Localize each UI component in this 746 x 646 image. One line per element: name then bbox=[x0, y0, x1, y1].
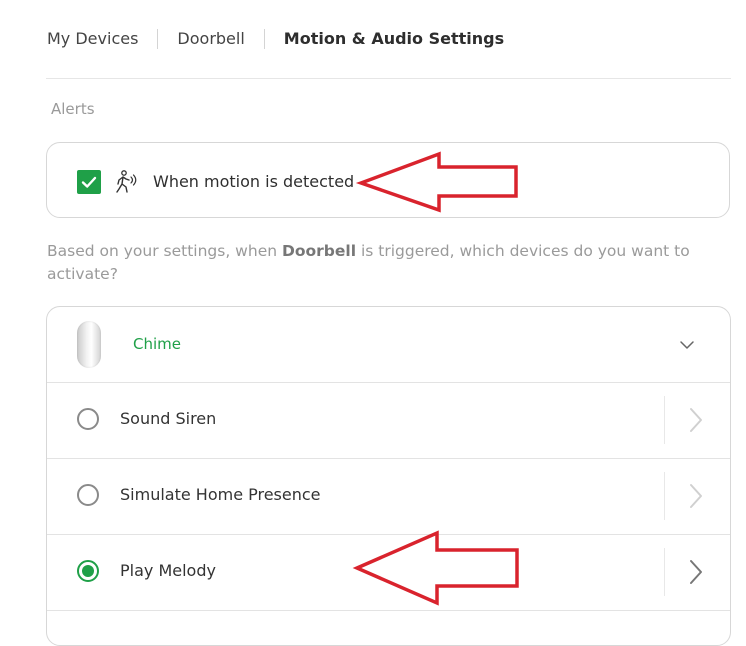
option-label: Simulate Home Presence bbox=[120, 485, 321, 504]
motion-alert-card: When motion is detected bbox=[46, 142, 730, 218]
chevron-right-icon[interactable] bbox=[686, 482, 706, 510]
row-divider bbox=[664, 472, 665, 520]
trigger-description: Based on your settings, when Doorbell is… bbox=[47, 240, 697, 286]
breadcrumb-current-page: Motion & Audio Settings bbox=[283, 29, 505, 48]
row-divider bbox=[664, 548, 665, 596]
chime-device-image bbox=[77, 321, 101, 368]
row-divider bbox=[664, 396, 665, 444]
alerts-section-label: Alerts bbox=[51, 100, 95, 118]
description-device: Doorbell bbox=[281, 242, 357, 260]
motion-person-icon bbox=[116, 170, 137, 193]
breadcrumb-separator bbox=[157, 29, 159, 49]
chevron-right-icon[interactable] bbox=[686, 406, 706, 434]
option-row-sound-siren[interactable]: Sound Siren bbox=[47, 382, 730, 459]
motion-alert-checkbox[interactable] bbox=[77, 170, 101, 194]
play-melody-radio[interactable] bbox=[77, 560, 99, 582]
chevron-right-icon[interactable] bbox=[686, 558, 706, 586]
simulate-home-presence-radio[interactable] bbox=[77, 484, 99, 506]
chime-device-header[interactable]: Chime bbox=[47, 307, 730, 383]
motion-alert-label: When motion is detected bbox=[153, 172, 355, 191]
breadcrumb-doorbell[interactable]: Doorbell bbox=[177, 26, 244, 52]
breadcrumb-my-devices[interactable]: My Devices bbox=[47, 26, 138, 52]
sound-siren-radio[interactable] bbox=[77, 408, 99, 430]
option-label: Play Melody bbox=[120, 561, 216, 580]
description-prefix: Based on your settings, when bbox=[47, 242, 282, 260]
option-row-play-melody[interactable]: Play Melody bbox=[47, 534, 730, 611]
device-action-list: Chime Sound Siren Simulate Home Presence… bbox=[46, 306, 731, 646]
header-divider bbox=[46, 78, 731, 79]
option-row-simulate-home-presence[interactable]: Simulate Home Presence bbox=[47, 458, 730, 535]
checkmark-icon bbox=[81, 176, 97, 188]
option-label: Sound Siren bbox=[120, 409, 217, 428]
breadcrumb: My Devices Doorbell Motion & Audio Setti… bbox=[47, 26, 504, 52]
chevron-down-icon[interactable] bbox=[679, 337, 695, 353]
chime-device-name: Chime bbox=[133, 335, 181, 353]
breadcrumb-separator bbox=[263, 29, 265, 49]
